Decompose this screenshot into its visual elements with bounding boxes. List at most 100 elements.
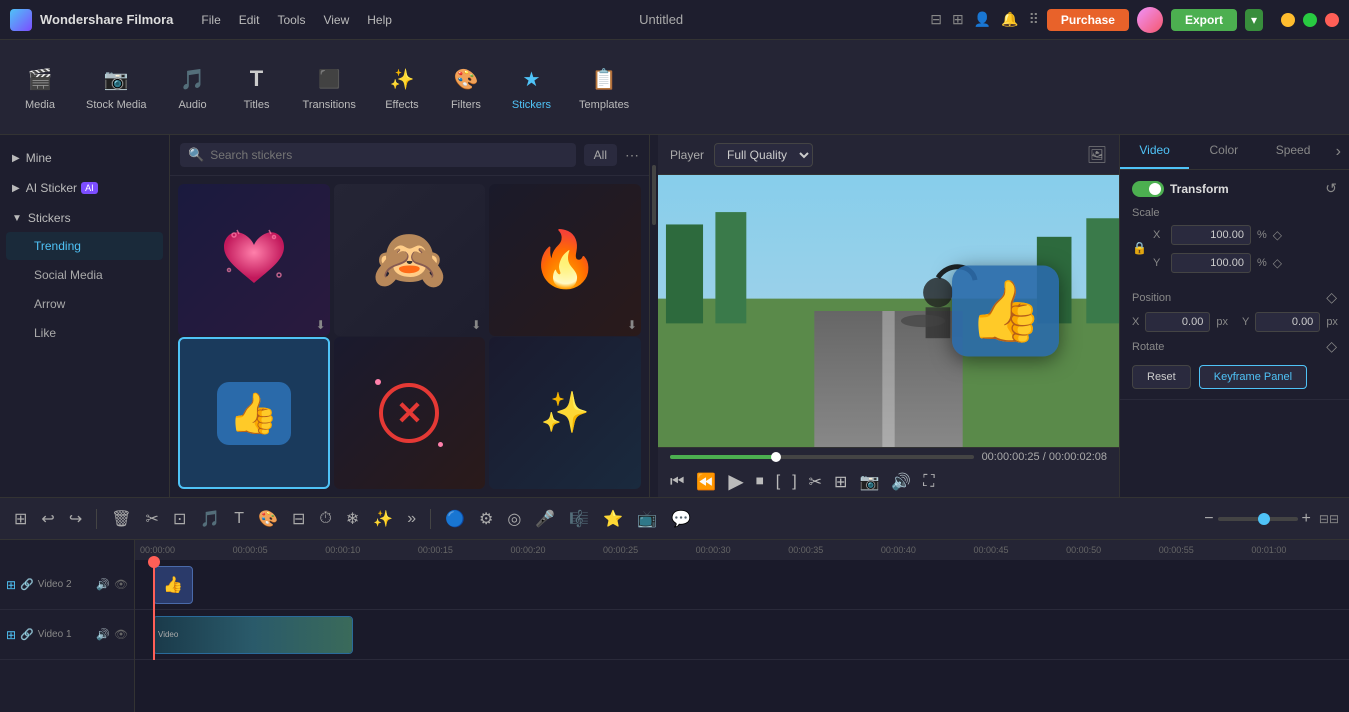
toolbar-titles[interactable]: T Titles — [227, 55, 287, 119]
redo-button[interactable]: ↪ — [65, 505, 86, 533]
zoom-out-button[interactable]: − — [1204, 510, 1213, 528]
scale-y-input[interactable] — [1171, 253, 1251, 273]
add-track-button[interactable]: ⊞ — [10, 505, 31, 533]
lock-icon[interactable]: 🔒 — [1132, 241, 1147, 255]
subtitle-button[interactable]: 💬 — [667, 505, 695, 533]
stickers-header[interactable]: ▼ Stickers — [0, 205, 169, 231]
pip-button[interactable]: 📺 — [633, 505, 661, 533]
menu-edit[interactable]: Edit — [239, 13, 260, 27]
pos-y-input[interactable] — [1255, 312, 1320, 332]
speed-button[interactable]: ⏱ — [315, 506, 335, 532]
preview-image-icon[interactable]: 🖼 — [1087, 147, 1107, 164]
track1-audio-icon[interactable]: 🔊 — [96, 628, 110, 641]
mine-header[interactable]: ▶ Mine — [0, 145, 169, 171]
menu-view[interactable]: View — [323, 13, 349, 27]
scale-x-input[interactable] — [1171, 225, 1251, 245]
sticker-item-emoji[interactable]: 🙈 ⬇ — [334, 184, 486, 336]
audio-track-button[interactable]: 🎼 — [565, 505, 593, 533]
more-options-icon[interactable]: ⋯ — [625, 147, 639, 164]
scale-x-reset-icon[interactable]: ◇ — [1273, 228, 1282, 242]
transform-reset-icon[interactable]: ↺ — [1325, 180, 1337, 197]
fit-screen-button[interactable]: ⊞ — [834, 472, 847, 492]
skip-back-button[interactable]: ⏮ — [670, 473, 684, 491]
playhead[interactable] — [153, 560, 155, 660]
sticker-clip[interactable]: 👍 — [153, 566, 193, 604]
more-button[interactable]: » — [403, 506, 420, 532]
fit-frame-button[interactable]: ⊟ — [288, 505, 309, 533]
menu-file[interactable]: File — [201, 13, 220, 27]
step-back-button[interactable]: ⏪ — [696, 472, 716, 492]
sticker-item-x[interactable]: ✕ — [334, 337, 486, 489]
text-button[interactable]: T — [230, 506, 248, 532]
audio-separate-button[interactable]: 🎵 — [196, 505, 224, 533]
toolbar-filters[interactable]: 🎨 Filters — [436, 55, 496, 119]
menu-tools[interactable]: Tools — [277, 13, 305, 27]
quality-select[interactable]: Full Quality — [714, 143, 813, 167]
expand-icon[interactable]: ⊞ — [952, 11, 964, 28]
export-dropdown-button[interactable]: ▾ — [1245, 9, 1263, 31]
pos-x-input[interactable] — [1145, 312, 1210, 332]
record-button[interactable]: 🎤 — [531, 505, 559, 533]
position-reset-icon[interactable]: ◇ — [1326, 289, 1337, 306]
zoom-slider[interactable] — [1218, 517, 1298, 521]
freeze-button[interactable]: ❄ — [342, 505, 363, 533]
delete-button[interactable]: 🗑 — [107, 505, 135, 533]
toolbar-transitions[interactable]: ⬛ Transitions — [291, 55, 368, 119]
toolbar-stock[interactable]: 📷 Stock Media — [74, 55, 159, 119]
notification-icon[interactable]: 🔔 — [1001, 11, 1018, 28]
toolbar-audio[interactable]: 🎵 Audio — [163, 55, 223, 119]
sidebar-item-trending[interactable]: Trending — [6, 232, 163, 260]
progress-thumb[interactable] — [771, 452, 781, 462]
transform-toggle[interactable] — [1132, 181, 1164, 197]
track2-link-icon[interactable]: 🔗 — [20, 578, 34, 591]
audio-button[interactable]: 🔊 — [891, 472, 911, 492]
scale-y-reset-icon[interactable]: ◇ — [1273, 256, 1282, 270]
window-maximize[interactable] — [1303, 13, 1317, 27]
tab-color[interactable]: Color — [1189, 135, 1258, 169]
split-button[interactable]: ✂ — [809, 472, 822, 492]
ai-sticker-header[interactable]: ▶ AI Sticker AI — [0, 175, 169, 201]
ai-tools-button[interactable]: ✨ — [369, 505, 397, 533]
keyframe-button[interactable]: Keyframe Panel — [1199, 365, 1307, 389]
export-button[interactable]: Export — [1171, 9, 1237, 31]
sticker-item-sparkle[interactable]: ✨ — [489, 337, 641, 489]
layout-button[interactable]: ⊟⊟ — [1319, 512, 1339, 526]
toolbar-templates[interactable]: 📋 Templates — [567, 55, 641, 119]
color-match-button[interactable]: 🎨 — [254, 505, 282, 533]
stop-button[interactable]: ⏹ — [756, 473, 764, 491]
apps-icon[interactable]: ⠿ — [1029, 11, 1039, 28]
sidebar-item-arrow[interactable]: Arrow — [6, 290, 163, 318]
toolbar-effects[interactable]: ✨ Effects — [372, 55, 432, 119]
marker-button[interactable]: ◎ — [503, 505, 525, 533]
track1-eye-icon[interactable]: 👁 — [114, 628, 128, 641]
play-button[interactable]: ▶ — [728, 469, 743, 494]
track1-link-icon[interactable]: 🔗 — [20, 628, 34, 641]
minimize-icon[interactable]: ⊟ — [930, 11, 942, 28]
crop-button[interactable]: ⊡ — [169, 505, 190, 533]
magnet-button[interactable]: 🔵 — [441, 505, 469, 533]
menu-help[interactable]: Help — [367, 13, 392, 27]
toolbar-stickers[interactable]: ★ Stickers — [500, 55, 563, 119]
reset-button[interactable]: Reset — [1132, 365, 1191, 389]
sticker-item-thumbs[interactable]: 👍 — [178, 337, 330, 489]
toolbar-media[interactable]: 🎬 Media — [10, 55, 70, 119]
fullscreen-button[interactable]: ⛶ — [923, 473, 934, 491]
sidebar-item-like[interactable]: Like — [6, 319, 163, 347]
sidebar-item-social-media[interactable]: Social Media — [6, 261, 163, 289]
window-close[interactable] — [1325, 13, 1339, 27]
sticker-track-button[interactable]: ⭐ — [599, 505, 627, 533]
search-input[interactable] — [210, 148, 567, 162]
sticker-item-fire[interactable]: 🔥 ⬇ — [489, 184, 641, 336]
tab-speed[interactable]: Speed — [1258, 135, 1327, 169]
window-minimize[interactable] — [1281, 13, 1295, 27]
mark-out-button[interactable]: ] — [792, 473, 796, 491]
progress-bar[interactable] — [670, 455, 974, 459]
tab-video[interactable]: Video — [1120, 135, 1189, 169]
mark-in-button[interactable]: [ — [776, 473, 780, 491]
search-box[interactable]: 🔍 — [180, 143, 576, 167]
snapshot-button[interactable]: 📷 — [859, 472, 879, 492]
timeline-tracks[interactable]: 00:00:00 00:00:05 00:00:10 00:00:15 00:0… — [135, 540, 1349, 712]
undo-button[interactable]: ↩ — [37, 505, 58, 533]
sticker-item-heart[interactable]: ⬇ — [178, 184, 330, 336]
filter-all-button[interactable]: All — [584, 144, 617, 166]
